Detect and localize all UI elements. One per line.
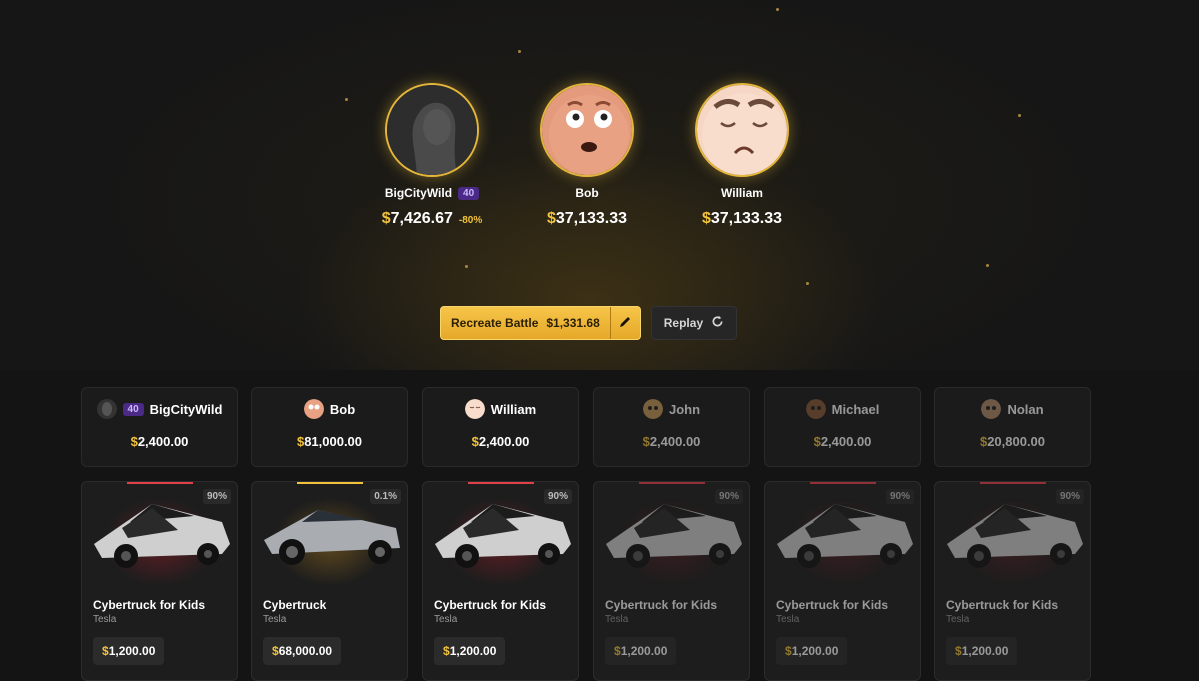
price-value: $1,200.00: [955, 644, 1009, 658]
price-value: $1,200.00: [785, 644, 839, 658]
price-value: $1,200.00: [443, 644, 497, 658]
item-price: $1,200.00: [434, 637, 506, 665]
recreate-battle-button[interactable]: Recreate Battle $1,331.68: [440, 306, 641, 340]
odds-badge: 90%: [885, 489, 914, 504]
hero-player-william[interactable]: William $37,133.33: [667, 83, 817, 228]
level-badge: 40: [122, 402, 144, 416]
avatar: [540, 83, 634, 177]
item-name: Cybertruck: [263, 598, 327, 612]
battle-results-header: BigCityWild 40 $7,426.67 -80% Bob $37,13…: [0, 0, 1199, 370]
item-brand: Tesla: [776, 614, 800, 625]
sparkle: [776, 8, 779, 11]
item-brand: Tesla: [605, 614, 629, 625]
player-card-nolan[interactable]: Nolan $20,800.00: [934, 387, 1091, 467]
avatar: [805, 399, 826, 419]
player-total: $37,133.33: [546, 210, 628, 227]
player-total: $2,400.00: [813, 434, 872, 449]
item-brand: Tesla: [946, 614, 970, 625]
player-total: $81,000.00: [296, 434, 363, 449]
player-name: Bob: [575, 186, 599, 200]
player-card-bob[interactable]: Bob $81,000.00: [251, 387, 408, 467]
item-card[interactable]: 90% Cybertruck for Kids Tesla $1,200.00: [764, 481, 921, 681]
item-card[interactable]: 90% Cybertruck for Kids Tesla $1,200.00: [593, 481, 750, 681]
player-card-michael[interactable]: Michael $2,400.00: [764, 387, 921, 467]
player-card-william[interactable]: William $2,400.00: [422, 387, 579, 467]
item-name: Cybertruck for Kids: [946, 598, 1059, 612]
sparkle: [986, 264, 989, 267]
avatar: [96, 399, 117, 419]
player-card-bigcitywild[interactable]: 40 BigCityWild $2,400.00: [81, 387, 238, 467]
recreate-price: $1,331.68: [546, 316, 600, 330]
item-price: $1,200.00: [605, 637, 677, 665]
player-total: $2,400.00: [471, 434, 530, 449]
item-price: $68,000.00: [263, 637, 342, 665]
price-value: $1,200.00: [102, 644, 156, 658]
player-name: William: [721, 186, 763, 200]
player-name: Nolan: [1007, 401, 1044, 417]
item-brand: Tesla: [93, 614, 117, 625]
player-name: William: [490, 401, 537, 417]
item-card[interactable]: 90% Cybertruck for Kids Tesla $1,200.00: [934, 481, 1091, 681]
item-name: Cybertruck for Kids: [434, 598, 547, 612]
sparkle: [518, 50, 521, 53]
odds-badge: 90%: [543, 489, 572, 504]
player-card-john[interactable]: John $2,400.00: [593, 387, 750, 467]
change-percent: -80%: [458, 215, 483, 226]
level-badge: 40: [458, 186, 480, 200]
sparkle: [1018, 114, 1021, 117]
item-card[interactable]: 0.1% Cybertruck Tesla $68,000.00: [251, 481, 408, 681]
item-brand: Tesla: [434, 614, 458, 625]
item-price: $1,200.00: [946, 637, 1018, 665]
battle-actions: Recreate Battle $1,331.68 Replay: [440, 306, 738, 340]
replay-button[interactable]: Replay: [650, 306, 738, 340]
rarity-bar: [980, 482, 1046, 484]
item-card[interactable]: 90% Cybertruck for Kids Tesla $1,200.00: [422, 481, 579, 681]
player-total: $2,400.00: [642, 434, 701, 449]
item-name: Cybertruck for Kids: [93, 598, 206, 612]
player-total: $20,800.00: [979, 434, 1046, 449]
refresh-icon: [711, 315, 724, 331]
sparkle: [806, 282, 809, 285]
player-total: $2,400.00: [130, 434, 189, 449]
recreate-label: Recreate Battle: [451, 316, 539, 330]
player-name: BigCityWild: [149, 401, 223, 417]
item-name: Cybertruck for Kids: [605, 598, 718, 612]
player-name: Bob: [329, 401, 356, 417]
price-value: $1,200.00: [614, 644, 668, 658]
item-price: $1,200.00: [776, 637, 848, 665]
rarity-bar: [639, 482, 705, 484]
avatar: [303, 399, 324, 419]
player-name: Michael: [831, 401, 880, 417]
avatar: [385, 83, 479, 177]
odds-badge: 0.1%: [370, 489, 401, 504]
player-name: John: [668, 401, 701, 417]
pencil-icon: [618, 315, 632, 332]
player-total: $7,426.67: [381, 210, 453, 227]
sparkle: [345, 98, 348, 101]
rarity-bar: [810, 482, 876, 484]
item-name: Cybertruck for Kids: [776, 598, 889, 612]
sparkle: [465, 265, 468, 268]
player-total: $37,133.33: [701, 210, 783, 227]
avatar: [695, 83, 789, 177]
hero-player-bob[interactable]: Bob $37,133.33: [512, 83, 662, 228]
rarity-bar: [468, 482, 534, 484]
item-price: $1,200.00: [93, 637, 165, 665]
rarity-bar: [297, 482, 363, 484]
hero-player-bigcitywild[interactable]: BigCityWild 40 $7,426.67 -80%: [357, 83, 507, 228]
edit-battle-button[interactable]: [609, 307, 640, 339]
item-brand: Tesla: [263, 614, 287, 625]
avatar: [981, 399, 1002, 419]
odds-badge: 90%: [202, 489, 231, 504]
item-card[interactable]: 90% Cybertruck for Kids Tesla $1,200.00: [81, 481, 238, 681]
player-name: BigCityWild: [384, 186, 453, 200]
replay-label: Replay: [663, 316, 704, 330]
avatar: [642, 399, 663, 419]
odds-badge: 90%: [714, 489, 743, 504]
price-value: $68,000.00: [272, 644, 333, 658]
rarity-bar: [127, 482, 193, 484]
odds-badge: 90%: [1055, 489, 1084, 504]
avatar: [464, 399, 485, 419]
